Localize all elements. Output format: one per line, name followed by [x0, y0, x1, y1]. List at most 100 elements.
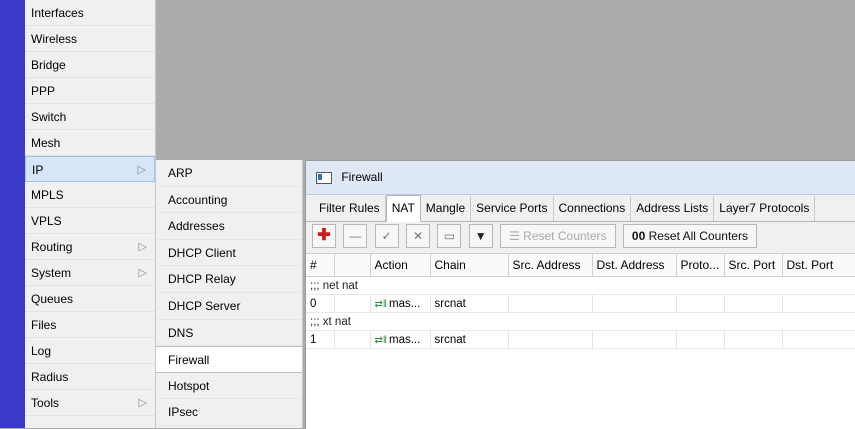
rule-src-address	[508, 294, 593, 313]
submenu-item-hotspot[interactable]: Hotspot	[156, 373, 302, 400]
rule-dst-address	[592, 330, 677, 349]
menu-item-label: Wireless	[31, 32, 78, 46]
submenu-arrow-icon: ▷	[138, 241, 147, 253]
table-row[interactable]: 0 ⇄‖ mas... srcnat	[306, 294, 855, 313]
column-header-dst-address[interactable]: Dst. Address	[592, 254, 677, 277]
menu-item-files[interactable]: Files	[25, 312, 155, 338]
menu-item-label: PPP	[31, 84, 56, 98]
disable-button[interactable]: ✕	[406, 224, 431, 248]
submenu-arrow-icon: ▷	[138, 267, 147, 279]
table-row[interactable]: 1 ⇄‖ mas... srcnat	[306, 330, 855, 349]
filter-button[interactable]: ▼	[468, 224, 493, 248]
rule-comment-row[interactable]: ;;; xt nat	[306, 312, 855, 331]
menu-item-routing[interactable]: Routing ▷	[25, 234, 155, 260]
menu-item-label: Interfaces	[31, 6, 84, 20]
rule-action: ⇄‖ mas...	[370, 294, 431, 313]
column-header-action[interactable]: Action	[370, 254, 431, 277]
menu-item-system[interactable]: System ▷	[25, 260, 155, 286]
rule-flags	[334, 294, 371, 313]
column-header-proto[interactable]: Proto...	[676, 254, 725, 277]
menu-item-label: Queues	[31, 292, 74, 306]
submenu-item-arp[interactable]: ARP	[156, 160, 302, 187]
menu-item-label: Radius	[31, 370, 69, 384]
column-header-src-port[interactable]: Src. Port	[724, 254, 783, 277]
tab-filter-rules[interactable]: Filter Rules	[314, 196, 386, 221]
menu-item-queues[interactable]: Queues	[25, 286, 155, 312]
rule-number: 0	[306, 294, 335, 313]
reset-all-counters-button[interactable]: 00 Reset All Counters	[622, 224, 757, 248]
menu-item-mesh[interactable]: Mesh	[25, 130, 155, 156]
column-header-dst-port[interactable]: Dst. Port	[782, 254, 855, 277]
menu-item-interfaces[interactable]: Interfaces	[25, 0, 155, 26]
tab-layer7-protocols[interactable]: Layer7 Protocols	[714, 196, 816, 221]
submenu-item-dhcp-relay[interactable]: DHCP Relay	[156, 266, 302, 293]
column-header-chain[interactable]: Chain	[430, 254, 509, 277]
tab-nat[interactable]: NAT	[385, 195, 421, 222]
submenu-item-dns[interactable]: DNS	[156, 320, 302, 347]
ip-submenu: ARP Accounting Addresses DHCP Client DHCP Re…	[155, 160, 303, 428]
rule-action-label: mas...	[389, 297, 421, 310]
menu-item-label: Tools	[31, 396, 60, 410]
menu-item-mpls[interactable]: MPLS	[25, 182, 155, 208]
menu-item-ppp[interactable]: PPP	[25, 78, 155, 104]
rule-dst-port	[782, 294, 855, 313]
tab-bar: Filter Rules NAT Mangle Service Ports Connec…	[306, 195, 855, 222]
tab-service-ports[interactable]: Service Ports	[471, 196, 554, 221]
rule-chain: srcnat	[430, 294, 509, 313]
rule-comment-row[interactable]: ;;; net nat	[306, 276, 855, 295]
submenu-item-dhcp-server[interactable]: DHCP Server	[156, 293, 302, 320]
tab-connections[interactable]: Connections	[554, 196, 632, 221]
submenu-item-addresses[interactable]: Addresses	[156, 213, 302, 240]
main-menu: Interfaces Wireless Bridge PPP Switch Mesh IP ▷…	[25, 0, 156, 428]
tab-mangle[interactable]: Mangle	[421, 196, 472, 221]
reset-all-icon: 00	[631, 229, 646, 243]
add-button[interactable]: ✚	[312, 224, 336, 248]
menu-item-vpls[interactable]: VPLS	[25, 208, 155, 234]
rule-number: 1	[306, 330, 335, 349]
rule-action-label: mas...	[389, 333, 421, 346]
window-icon	[316, 171, 332, 184]
enable-button[interactable]: ✓	[374, 224, 399, 248]
menu-item-tools[interactable]: Tools ▷	[25, 390, 155, 416]
menu-item-label: Files	[31, 318, 57, 332]
rule-protocol	[676, 330, 725, 349]
menu-item-label: VPLS	[31, 214, 62, 228]
masquerade-icon: ⇄‖	[374, 334, 388, 346]
reset-counters-button[interactable]: ☰ Reset Counters	[500, 224, 616, 248]
rule-chain: srcnat	[430, 330, 509, 349]
window-title: Firewall	[341, 170, 383, 184]
menu-item-label: Routing	[31, 240, 73, 254]
menu-item-label: Mesh	[31, 136, 61, 150]
menu-item-ip[interactable]: IP ▷	[25, 156, 155, 182]
submenu-item-dhcp-client[interactable]: DHCP Client	[156, 240, 302, 267]
submenu-item-firewall[interactable]: Firewall	[156, 346, 302, 373]
nat-rules-table: # Action Chain Src. Address Dst. Address Prot…	[306, 254, 855, 349]
submenu-arrow-icon: ▷	[138, 397, 147, 409]
column-header-flags[interactable]	[334, 254, 371, 277]
column-header-num[interactable]: #	[306, 254, 335, 277]
submenu-item-ipsec[interactable]: IPsec	[156, 399, 302, 426]
reset-counters-label: Reset Counters	[523, 229, 607, 243]
reset-all-counters-label: Reset All Counters	[648, 229, 748, 243]
menu-item-label: Log	[31, 344, 52, 358]
menu-item-bridge[interactable]: Bridge	[25, 52, 155, 78]
filter-icon: ▼	[474, 229, 487, 243]
comment-button[interactable]: ▭	[437, 224, 462, 248]
remove-button[interactable]: —	[343, 224, 368, 248]
menu-item-switch[interactable]: Switch	[25, 104, 155, 130]
window-titlebar[interactable]: Firewall	[306, 161, 855, 195]
column-header-src-address[interactable]: Src. Address	[508, 254, 593, 277]
menu-item-log[interactable]: Log	[25, 338, 155, 364]
rule-protocol	[676, 294, 725, 313]
masquerade-icon: ⇄‖	[374, 298, 388, 310]
rule-flags	[334, 330, 371, 349]
menu-item-radius[interactable]: Radius	[25, 364, 155, 390]
submenu-item-accounting[interactable]: Accounting	[156, 187, 302, 214]
tab-address-lists[interactable]: Address Lists	[631, 196, 715, 221]
rule-src-port	[724, 330, 783, 349]
submenu-arrow-icon: ▷	[137, 164, 146, 176]
rule-dst-port	[782, 330, 855, 349]
menu-item-wireless[interactable]: Wireless	[25, 26, 155, 52]
menu-item-label: IP	[32, 163, 44, 177]
table-header: # Action Chain Src. Address Dst. Address Prot…	[306, 254, 855, 277]
